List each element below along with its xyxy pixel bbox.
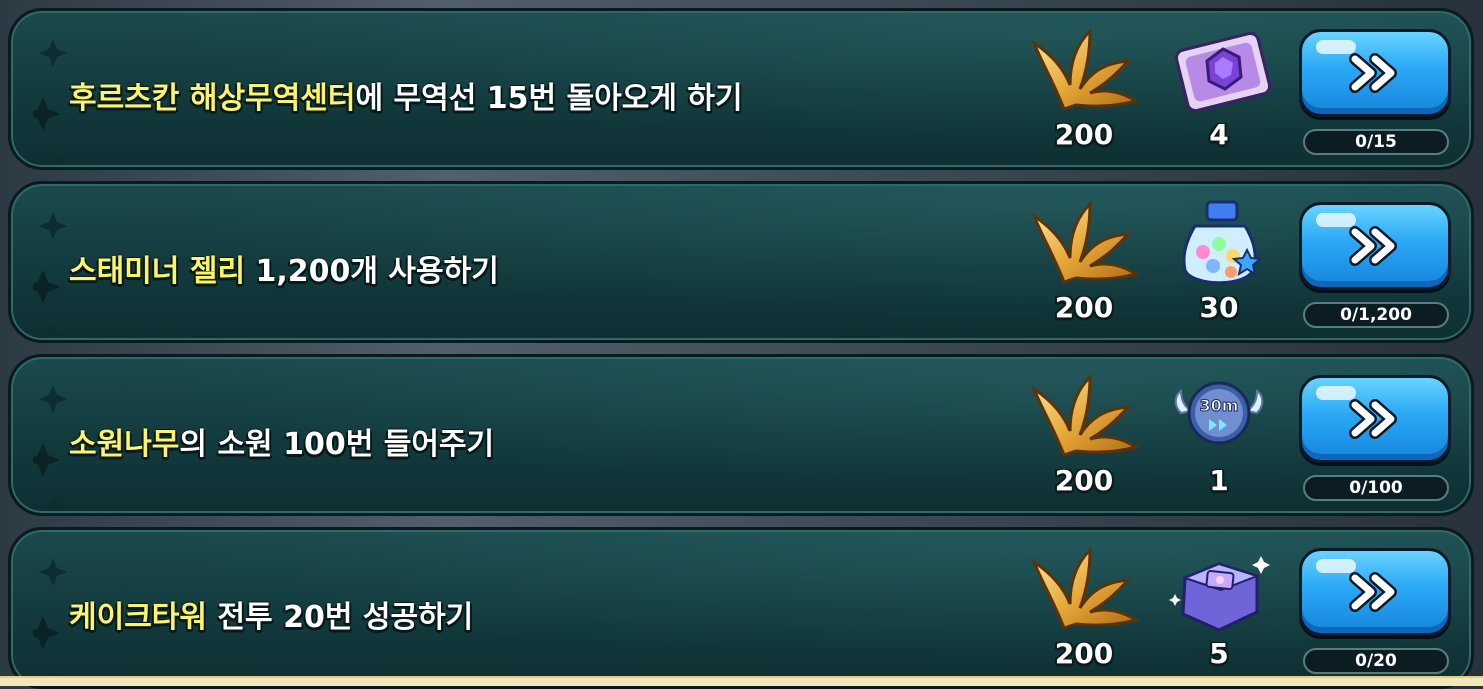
time-jumper-30m-icon: 30m [1174, 381, 1264, 445]
mission-highlight: 소원나무 [69, 427, 180, 462]
reward-golden-leaf: 200 [1024, 542, 1144, 682]
sparkle-decoration [33, 367, 73, 509]
double-chevron-right-icon [1349, 399, 1397, 439]
button-shine [1316, 559, 1356, 573]
purple-chest-icon [1169, 556, 1270, 632]
progress-bar: 0/100 [1303, 475, 1449, 501]
golden-leaf-icon [1030, 373, 1140, 457]
bottom-strip [0, 676, 1483, 686]
mission-description: 케이크타워 전투 20번 성공하기 [69, 592, 473, 636]
go-button[interactable] [1299, 548, 1451, 636]
double-chevron-right-icon [1349, 226, 1397, 266]
reward-golden-leaf: 200 [1024, 196, 1144, 336]
mission-highlight: 스태미너 젤리 [69, 254, 246, 289]
button-shine [1316, 386, 1356, 400]
button-shine [1316, 213, 1356, 227]
reward-item: 5 [1159, 542, 1279, 682]
mission-text: 의 소원 100번 들어주기 [179, 427, 495, 462]
mission-panel-4: 케이크타워 전투 20번 성공하기 200 5 0/20 [8, 527, 1474, 689]
reward-amount: 200 [1054, 291, 1114, 324]
progress-label: 0/15 [1355, 132, 1397, 152]
reward-amount: 200 [1054, 464, 1114, 497]
progress-bar: 0/20 [1303, 648, 1449, 674]
reward-amount: 30 [1199, 291, 1239, 324]
go-button[interactable] [1299, 202, 1451, 290]
sparkle-decoration [33, 21, 73, 163]
reward-amount: 5 [1209, 637, 1229, 670]
progress-bar: 0/1,200 [1303, 302, 1449, 328]
mission-highlight: 케이크타워 [69, 600, 207, 635]
reward-item: 4 [1159, 23, 1279, 163]
mission-text: 에 무역선 15번 돌아오게 하기 [355, 81, 743, 116]
sparkle-decoration [33, 194, 73, 336]
progress-bar: 0/15 [1303, 129, 1449, 155]
go-button[interactable] [1299, 375, 1451, 463]
mission-highlight: 후르츠칸 해상무역센터 [69, 81, 356, 116]
reward-amount: 1 [1209, 464, 1229, 497]
mission-description: 소원나무의 소원 100번 들어주기 [69, 419, 494, 463]
button-shine [1316, 40, 1356, 54]
golden-leaf-icon [1030, 200, 1140, 284]
double-chevron-right-icon [1349, 53, 1397, 93]
golden-leaf-icon [1030, 546, 1140, 630]
mission-panel-2: 스태미너 젤리 1,200개 사용하기 200 30 0/1,200 [8, 181, 1474, 343]
progress-label: 0/1,200 [1340, 305, 1412, 325]
mission-description: 스태미너 젤리 1,200개 사용하기 [69, 246, 499, 290]
golden-leaf-icon [1030, 27, 1140, 111]
reward-golden-leaf: 200 [1024, 23, 1144, 163]
reward-golden-leaf: 200 [1024, 369, 1144, 509]
reward-item: 30 [1159, 196, 1279, 336]
mission-text: 1,200개 사용하기 [245, 254, 499, 289]
reward-item: 30m 1 [1159, 369, 1279, 509]
mission-description: 후르츠칸 해상무역센터에 무역선 15번 돌아오게 하기 [69, 73, 743, 117]
crystal-ticket-icon [1174, 31, 1272, 113]
reward-amount: 4 [1209, 118, 1229, 151]
mission-panel-1: 후르츠칸 해상무역센터에 무역선 15번 돌아오게 하기 200 4 0/15 [8, 8, 1474, 170]
sparkle-decoration [33, 540, 73, 682]
mission-panel-3: 소원나무의 소원 100번 들어주기 200 30m 1 0/100 [8, 354, 1474, 516]
mission-text: 전투 20번 성공하기 [207, 600, 474, 635]
reward-amount: 200 [1054, 118, 1114, 151]
reward-amount: 200 [1054, 637, 1114, 670]
go-button[interactable] [1299, 29, 1451, 117]
jelly-jar-icon [1182, 200, 1263, 285]
progress-label: 0/100 [1349, 478, 1403, 498]
progress-label: 0/20 [1355, 651, 1397, 671]
time-label: 30m [1200, 396, 1239, 415]
double-chevron-right-icon [1349, 572, 1397, 612]
